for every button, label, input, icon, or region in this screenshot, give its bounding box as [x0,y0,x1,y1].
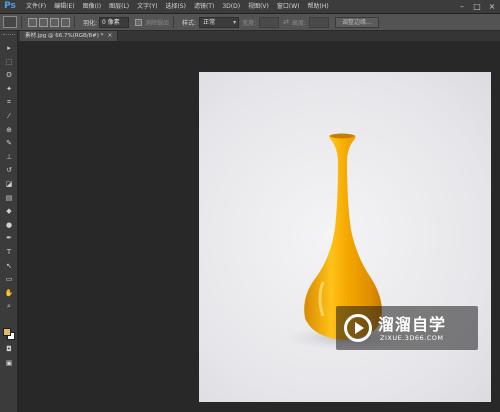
crop-tool-icon[interactable]: ⌗ [3,97,15,107]
refine-edge-button[interactable]: 调整边缘... [335,16,379,28]
close-button[interactable]: × [486,1,498,12]
document-tab-title: 素材.jpg @ 66.7%(RGB/8#) * [25,33,104,39]
vase-mouth [330,133,354,139]
panel-grip[interactable] [3,34,15,36]
menu-item[interactable]: 帮助(H) [304,0,333,14]
vase-image [283,133,415,350]
play-logo-icon [344,314,372,342]
subtract-selection-icon[interactable] [50,17,59,27]
lasso-tool-icon[interactable]: ʘ [3,70,15,80]
height-input[interactable] [309,16,330,28]
dodge-tool-icon[interactable]: ● [3,220,15,230]
canvas-workspace[interactable] [18,41,500,412]
screen-mode-icon[interactable]: ▣ [3,358,15,368]
width-label: 宽度: [242,19,257,27]
new-selection-icon[interactable] [28,17,37,27]
eyedropper-tool-icon[interactable]: ⁄ [3,111,15,121]
document-tab-bar: 素材.jpg @ 66.7%(RGB/8#) * × [18,31,500,41]
type-tool-icon[interactable]: T [3,247,15,257]
options-separator [173,16,175,28]
width-input[interactable] [259,16,280,28]
feather-label: 羽化: [83,19,98,27]
maximize-button[interactable]: □ [471,1,483,12]
watermark-title: 溜溜自学 [378,315,447,334]
minimize-button[interactable]: – [456,1,468,12]
tool-preset-icon[interactable] [3,16,17,28]
close-icon[interactable]: × [107,31,112,41]
blur-tool-icon[interactable]: ◆ [3,206,15,216]
feather-input[interactable]: 0 像素 [99,16,130,28]
options-separator [21,16,22,28]
gradient-tool-icon[interactable]: ▤ [3,193,15,203]
antialias-checkbox[interactable] [135,18,143,26]
watermark-subtitle: ZIXUE.3D66.COM [380,334,444,342]
history-brush-tool-icon[interactable]: ↺ [3,165,15,175]
clone-stamp-tool-icon[interactable]: ⊥ [3,152,15,162]
menu-item[interactable]: 3D(D) [218,0,244,14]
chevron-down-icon: ▾ [233,18,237,26]
quick-mask-icon[interactable]: ◘ [3,344,15,354]
photoshop-window: Ps 文件(F) 编辑(E) 图像(I) 图层(L) 文字(Y) 选择(S) 滤镜(T) 3D… [0,0,500,412]
menu-item[interactable]: 滤镜(T) [190,0,218,14]
intersect-selection-icon[interactable] [61,17,70,27]
options-separator [74,16,75,28]
menu-item[interactable]: 图层(L) [105,0,133,14]
brush-tool-icon[interactable]: ✎ [3,138,15,148]
pen-tool-icon[interactable]: ✒ [3,233,15,243]
document-tab[interactable]: 素材.jpg @ 66.7%(RGB/8#) * × [20,31,119,41]
healing-brush-tool-icon[interactable]: ⊕ [3,125,15,135]
height-label: 高度: [291,19,307,27]
style-select[interactable]: 正常 ▾ [199,16,240,28]
tools-panel: ▸ ⬚ ʘ ✦ ⌗ ⁄ ⊕ ✎ ⊥ ↺ ◪ ▤ ◆ ● ✒ T ↖ ▭ ✋ ⌕ ◘ ▣ [0,31,18,412]
menu-item[interactable]: 图像(I) [79,0,105,14]
hand-tool-icon[interactable]: ✋ [3,288,15,298]
foreground-color-swatch[interactable] [3,328,11,336]
marquee-tool-icon[interactable]: ⬚ [3,57,15,67]
add-selection-icon[interactable] [39,17,48,27]
path-select-tool-icon[interactable]: ↖ [3,261,15,271]
zoom-tool-icon[interactable]: ⌕ [3,301,15,311]
style-label: 样式: [182,19,197,27]
move-tool-icon[interactable]: ▸ [3,43,15,53]
style-value: 正常 [203,18,216,26]
watermark: 溜溜自学 ZIXUE.3D66.COM [336,306,478,350]
quick-select-tool-icon[interactable]: ✦ [3,84,15,94]
menu-item[interactable]: 文字(Y) [133,0,161,14]
options-bar: 羽化: 0 像素 消除锯齿 样式: 正常 ▾ 宽度: ⇄ 高度: 调整边缘... [0,14,500,31]
document-canvas[interactable] [199,72,491,402]
menu-bar: Ps 文件(F) 编辑(E) 图像(I) 图层(L) 文字(Y) 选择(S) 滤镜(T) 3D… [0,0,500,14]
menu-item[interactable]: 文件(F) [22,0,50,14]
window-controls: – □ × [456,1,498,12]
menu-item[interactable]: 选择(S) [161,0,190,14]
photoshop-logo: Ps [4,1,16,11]
menu-item[interactable]: 编辑(E) [50,0,78,14]
menu-item[interactable]: 视图(V) [244,0,273,14]
menu-item[interactable]: 窗口(W) [273,0,304,14]
eraser-tool-icon[interactable]: ◪ [3,179,15,189]
shape-tool-icon[interactable]: ▭ [3,274,15,284]
antialias-label: 消除锯齿 [145,19,170,27]
swap-icon[interactable]: ⇄ [283,18,289,26]
menu-items: 文件(F) 编辑(E) 图像(I) 图层(L) 文字(Y) 选择(S) 滤镜(T) 3D(D)… [22,0,333,14]
